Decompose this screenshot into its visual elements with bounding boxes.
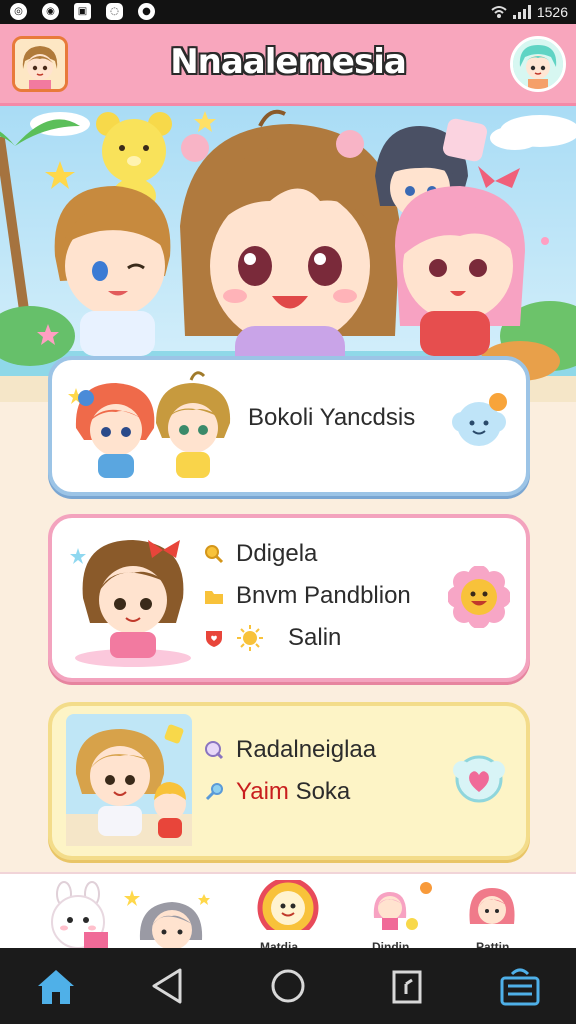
card1-characters-illustration	[68, 371, 231, 478]
recent-apps-icon[interactable]	[386, 964, 430, 1008]
status-bar: ◎ ◉ ▣ ◌ ● 1526	[0, 0, 576, 24]
user-avatar[interactable]	[12, 36, 68, 92]
gray-hair-character-icon	[124, 890, 210, 950]
home-icon[interactable]	[34, 964, 78, 1008]
photo-icon: ◉	[42, 3, 59, 20]
nav-friends[interactable]	[122, 880, 214, 950]
nav-settings[interactable]: Pattin	[456, 880, 536, 954]
pink-hair-character-icon	[373, 882, 432, 930]
red-hair-character-icon	[469, 888, 515, 924]
card2-girl-illustration	[70, 540, 191, 667]
card2-row-1: Ddigela	[236, 540, 318, 567]
search-icon	[205, 545, 224, 564]
card3-characters-illustration	[66, 714, 192, 846]
card3-row-2: Yaim Soka	[236, 778, 351, 805]
cloud-smile-icon	[452, 393, 507, 446]
sun-icon	[237, 625, 263, 651]
system-nav-bar	[0, 948, 576, 1024]
profile-avatar[interactable]	[510, 36, 566, 92]
feature-card-2[interactable]: Ddigela Bnvm Pandblion Salin	[48, 514, 530, 682]
app-icon: ◌	[106, 3, 123, 20]
folder-icon	[205, 591, 223, 604]
card2-row-2: Bnvm Pandblion	[236, 582, 411, 609]
nav-profile[interactable]: Dindin	[360, 880, 440, 954]
notification-icon: ●	[138, 3, 155, 20]
wifi-icon	[491, 6, 507, 18]
nav-home-center[interactable]: Matdia	[250, 877, 326, 954]
card1-label: Bokoli Yancdsis	[248, 404, 416, 431]
status-time: 1526	[536, 4, 568, 20]
center-smile-button-icon	[257, 877, 319, 939]
flower-smile-icon	[448, 566, 510, 628]
camera-icon: ◎	[10, 3, 27, 20]
heart-cloud-icon	[453, 755, 505, 803]
app-title: Nnaalemesia	[170, 42, 407, 82]
chat-search-icon	[205, 741, 224, 760]
signal-icon	[512, 5, 531, 19]
heart-shield-icon	[206, 631, 222, 647]
card2-row-3: Salin	[288, 624, 342, 651]
bottom-nav: Matdia Dindin Pattin	[0, 872, 576, 954]
card3-row-1: Radalneiglaa	[236, 736, 377, 763]
pin-icon	[205, 783, 223, 801]
bunny-character-icon	[51, 881, 108, 949]
feature-card-3[interactable]: Radalneiglaa Yaim Soka	[48, 702, 530, 860]
app-header: Nnaalemesia	[0, 24, 576, 106]
circle-home-icon[interactable]	[266, 964, 310, 1008]
nav-bunny[interactable]	[40, 880, 120, 950]
back-icon[interactable]	[146, 964, 190, 1008]
message-icon: ▣	[74, 3, 91, 20]
menu-icon[interactable]	[498, 964, 542, 1008]
feature-card-1[interactable]: Bokoli Yancdsis	[48, 356, 530, 496]
